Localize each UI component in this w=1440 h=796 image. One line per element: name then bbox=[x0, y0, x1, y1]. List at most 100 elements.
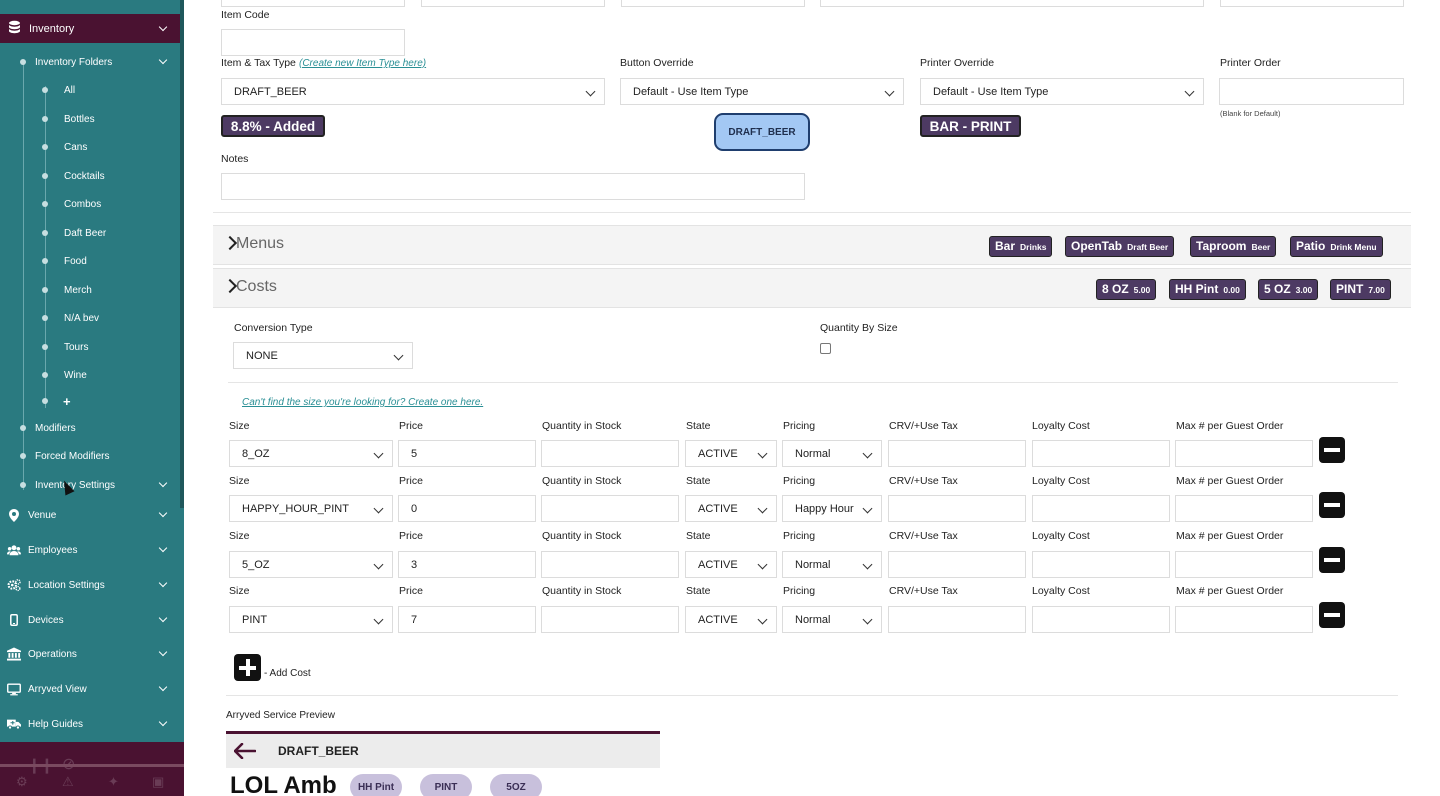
sidebar-item-inventory-settings[interactable]: Inventory Settings bbox=[0, 475, 180, 495]
loyalty-input[interactable] bbox=[1032, 495, 1170, 522]
sidebar-folder-merch[interactable]: Merch bbox=[0, 280, 180, 300]
preview-size-pill[interactable]: PINT bbox=[420, 774, 472, 796]
cost-badge-name: 5 OZ bbox=[1264, 282, 1291, 296]
sidebar-folder-daft-beer[interactable]: Daft Beer bbox=[0, 223, 180, 243]
warning-icon[interactable]: ⚠ bbox=[62, 774, 74, 790]
menus-section-header[interactable]: Menus Bar Drinks OpenTab Draft Beer Tapr… bbox=[213, 225, 1411, 265]
qty-input[interactable] bbox=[541, 440, 679, 467]
price-input[interactable]: 0 bbox=[398, 495, 536, 522]
notes-input[interactable] bbox=[221, 173, 805, 200]
crv-input[interactable] bbox=[888, 551, 1026, 578]
state-select[interactable]: ACTIVE bbox=[685, 551, 777, 578]
preview-size-pill[interactable]: 5OZ bbox=[490, 774, 542, 796]
loyalty-input[interactable] bbox=[1032, 606, 1170, 633]
sidebar-item-help-guides[interactable]: Help Guides bbox=[0, 712, 180, 736]
sidebar-folder-bottles[interactable]: Bottles bbox=[0, 109, 180, 129]
loyalty-input[interactable] bbox=[1032, 440, 1170, 467]
sidebar-add-folder[interactable]: + bbox=[0, 391, 180, 411]
crv-input[interactable] bbox=[888, 606, 1026, 633]
sidebar-item-location-settings[interactable]: Location Settings bbox=[0, 573, 180, 597]
select-value: ACTIVE bbox=[698, 447, 738, 460]
qty-input[interactable] bbox=[541, 551, 679, 578]
sidebar-item-arryved-view[interactable]: Arryved View bbox=[0, 677, 180, 701]
create-item-type-link[interactable]: (Create new Item Type here) bbox=[299, 58, 426, 69]
sidebar-item-devices[interactable]: Devices bbox=[0, 608, 180, 632]
menu-badge: Bar Drinks bbox=[989, 236, 1053, 257]
sidebar-item-operations[interactable]: Operations bbox=[0, 642, 180, 666]
bug-icon[interactable]: ✦ bbox=[108, 774, 119, 790]
qty-input[interactable] bbox=[541, 606, 679, 633]
max-input[interactable] bbox=[1175, 440, 1313, 467]
printer-override-select[interactable]: Default - Use Item Type bbox=[920, 78, 1204, 105]
bullet-icon bbox=[42, 258, 48, 264]
expand-icon[interactable]: ▣ bbox=[152, 774, 164, 790]
size-select[interactable]: 5_OZ bbox=[229, 551, 393, 578]
state-select[interactable]: ACTIVE bbox=[685, 495, 777, 522]
sidebar-folder-cans[interactable]: Cans bbox=[0, 137, 180, 157]
sidebar-folder-cocktails[interactable]: Cocktails bbox=[0, 166, 180, 186]
gear-icon[interactable]: ⚙ bbox=[16, 774, 28, 790]
sidebar-folder-na-bev[interactable]: N/A bev bbox=[0, 308, 180, 328]
menus-title: Menus bbox=[236, 235, 285, 252]
price-input[interactable]: 3 bbox=[398, 551, 536, 578]
sidebar-folder-combos[interactable]: Combos bbox=[0, 194, 180, 214]
pricing-header: Pricing bbox=[783, 475, 816, 487]
remove-cost-button[interactable] bbox=[1319, 437, 1345, 463]
sidebar-item-inventory[interactable]: Inventory bbox=[0, 14, 180, 43]
item-code-input[interactable] bbox=[221, 29, 405, 56]
sidebar-folder-food[interactable]: Food bbox=[0, 251, 180, 271]
preview-size-pill[interactable]: HH Pint bbox=[350, 774, 402, 796]
size-select[interactable]: HAPPY_HOUR_PINT bbox=[229, 495, 393, 522]
remove-cost-button[interactable] bbox=[1319, 492, 1345, 518]
top-input-3[interactable] bbox=[621, 0, 805, 7]
progress-bar[interactable] bbox=[0, 764, 184, 767]
remove-cost-button[interactable] bbox=[1319, 602, 1345, 628]
sidebar-item-employees[interactable]: Employees bbox=[0, 538, 180, 562]
sidebar-item-label: Devices bbox=[28, 614, 64, 626]
pricing-select[interactable]: Normal bbox=[782, 551, 882, 578]
sidebar-item-inventory-folders[interactable]: Inventory Folders bbox=[0, 52, 180, 72]
sidebar-item-forced-modifiers[interactable]: Forced Modifiers bbox=[0, 446, 180, 466]
pricing-select[interactable]: Normal bbox=[782, 606, 882, 633]
sidebar-item-label: Operations bbox=[28, 648, 77, 660]
top-input-1[interactable] bbox=[221, 0, 405, 7]
state-select[interactable]: ACTIVE bbox=[685, 606, 777, 633]
top-input-5[interactable] bbox=[1220, 0, 1404, 7]
costs-section-header[interactable]: Costs 8 OZ 5.00 HH Pint 0.00 5 OZ 3.00 P… bbox=[213, 268, 1411, 308]
sidebar-folder-all[interactable]: All bbox=[0, 80, 180, 100]
select-value: Normal bbox=[795, 558, 831, 571]
loyalty-input[interactable] bbox=[1032, 551, 1170, 578]
state-select[interactable]: ACTIVE bbox=[685, 440, 777, 467]
top-input-4[interactable] bbox=[820, 0, 1204, 7]
back-arrow-icon[interactable] bbox=[233, 742, 257, 764]
pricing-select[interactable]: Normal bbox=[782, 440, 882, 467]
max-input[interactable] bbox=[1175, 495, 1313, 522]
button-override-select[interactable]: Default - Use Item Type bbox=[620, 78, 904, 105]
sidebar-folder-tours[interactable]: Tours bbox=[0, 337, 180, 357]
sidebar-item-venue[interactable]: Venue bbox=[0, 503, 180, 527]
conversion-type-select[interactable]: NONE bbox=[233, 342, 413, 369]
item-tax-type-select[interactable]: DRAFT_BEER bbox=[221, 78, 605, 105]
sidebar-item-modifiers[interactable]: Modifiers bbox=[0, 418, 180, 438]
state-header: State bbox=[686, 475, 711, 487]
remove-cost-button[interactable] bbox=[1319, 547, 1345, 573]
size-select[interactable]: 8_OZ bbox=[229, 440, 393, 467]
crv-input[interactable] bbox=[888, 495, 1026, 522]
printer-order-input[interactable] bbox=[1219, 78, 1404, 105]
add-cost-button[interactable] bbox=[234, 654, 261, 681]
top-input-2[interactable] bbox=[421, 0, 605, 7]
max-input[interactable] bbox=[1175, 606, 1313, 633]
size-select[interactable]: PINT bbox=[229, 606, 393, 633]
quantity-by-size-checkbox[interactable] bbox=[820, 343, 831, 354]
app-root: Inventory Inventory Folders All Bottles … bbox=[0, 0, 1440, 796]
price-input[interactable]: 7 bbox=[398, 606, 536, 633]
plus-icon: + bbox=[63, 393, 71, 409]
max-input[interactable] bbox=[1175, 551, 1313, 578]
bullet-icon bbox=[42, 87, 48, 93]
qty-input[interactable] bbox=[541, 495, 679, 522]
crv-input[interactable] bbox=[888, 440, 1026, 467]
pricing-select[interactable]: Happy Hour bbox=[782, 495, 882, 522]
price-input[interactable]: 5 bbox=[398, 440, 536, 467]
sidebar-folder-wine[interactable]: Wine bbox=[0, 365, 180, 385]
create-size-link[interactable]: Can't find the size you're looking for? … bbox=[242, 397, 483, 408]
